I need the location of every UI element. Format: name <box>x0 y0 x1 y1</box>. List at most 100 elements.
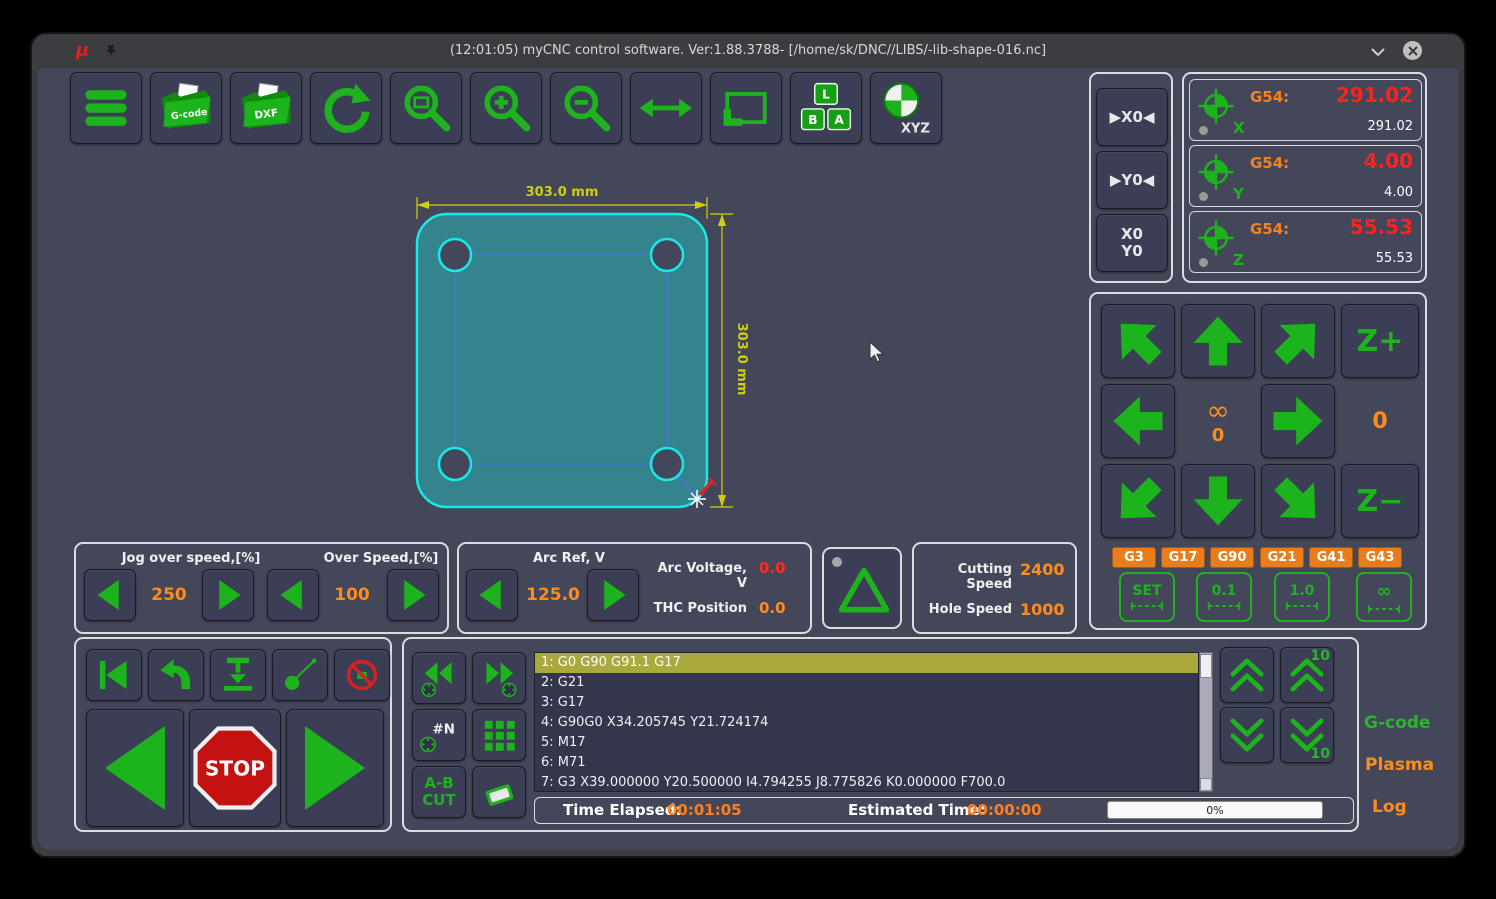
modal-tab-g43[interactable]: G43 <box>1358 547 1402 568</box>
step-back-button[interactable] <box>148 649 204 701</box>
zero-xy-button[interactable]: X0 Y0 <box>1096 214 1168 272</box>
run-backward-button[interactable] <box>86 709 184 827</box>
hash-n-label: #N <box>433 722 455 737</box>
probe-button[interactable] <box>272 649 328 701</box>
main-menu-button[interactable] <box>70 72 142 144</box>
gcode-page-up-button[interactable] <box>1220 647 1274 703</box>
tool-down-button[interactable] <box>210 649 266 701</box>
y-position-value: 4.00 <box>1363 149 1413 173</box>
gcode-line[interactable]: 3: G17 <box>535 693 1198 713</box>
jog-step-continuous-button[interactable]: ∞ <box>1356 572 1412 622</box>
speed-override-panel: Jog over speed,[%] Over Speed,[%] 250 10… <box>74 542 449 634</box>
zoom-out-button[interactable] <box>550 72 622 144</box>
jog-down-left-button[interactable] <box>1101 464 1175 538</box>
xyz-target-icon: XYZ <box>883 82 930 136</box>
fit-width-button[interactable] <box>630 72 702 144</box>
tab-log[interactable]: Log <box>1372 797 1407 817</box>
gcode-down-10-button[interactable]: 10 <box>1280 707 1334 763</box>
jog-speed-up-button[interactable] <box>202 569 254 621</box>
goto-line-button[interactable]: #N <box>412 709 466 761</box>
modal-tab-g3[interactable]: G3 <box>1112 547 1156 568</box>
stop-sign-icon: STOP <box>193 726 277 810</box>
jog-step-0-1-button[interactable]: 0.1 <box>1196 572 1252 622</box>
material-plate-button[interactable] <box>472 766 526 818</box>
open-dxf-button[interactable]: DXF <box>230 72 302 144</box>
modal-tab-g21[interactable]: G21 <box>1260 547 1304 568</box>
jog-up-left-button[interactable] <box>1101 304 1175 378</box>
nesting-grid-button[interactable] <box>472 709 526 761</box>
jog-right-button[interactable] <box>1261 384 1335 458</box>
run-forward-button[interactable] <box>286 709 384 827</box>
gcode-line[interactable]: 5: M17 <box>535 733 1198 753</box>
modal-tab-g17[interactable]: G17 <box>1161 547 1205 568</box>
gcode-line[interactable]: 6: M71 <box>535 753 1198 773</box>
ab-cut-button[interactable]: A-B CUT <box>412 766 466 818</box>
close-button[interactable] <box>1403 41 1422 60</box>
x-axis-letter: X <box>1233 119 1245 137</box>
gcode-line[interactable]: 2: G21 <box>535 673 1198 693</box>
jog-left-button[interactable] <box>1101 384 1175 458</box>
dro-axis-x[interactable]: X G54: 291.02 291.02 <box>1189 79 1422 141</box>
over-speed-up-button[interactable] <box>387 569 439 621</box>
dro-axis-z[interactable]: Z G54: 55.53 55.53 <box>1189 211 1422 273</box>
zero-x-button[interactable]: ▶X0◀ <box>1096 88 1168 146</box>
gcode-line[interactable]: 7: G3 X39.000000 Y20.500000 I4.794255 J8… <box>535 773 1198 791</box>
triangle-left-icon <box>472 575 512 615</box>
open-gcode-button[interactable]: G-code <box>150 72 222 144</box>
modal-tab-g41[interactable]: G41 <box>1309 547 1353 568</box>
arc-ref-down-button[interactable] <box>466 569 518 621</box>
arc-ref-up-button[interactable] <box>587 569 639 621</box>
keyboard-shortcuts-button[interactable]: L B A <box>790 72 862 144</box>
jog-up-right-button[interactable] <box>1261 304 1335 378</box>
hole-speed-value: 1000 <box>1020 600 1065 619</box>
jog-down-right-button[interactable] <box>1261 464 1335 538</box>
tab-plasma[interactable]: Plasma <box>1365 755 1434 775</box>
frame-button[interactable] <box>710 72 782 144</box>
gcode-line[interactable]: 4: G90G0 X34.205745 Y21.724174 <box>535 713 1198 733</box>
arc-thc-panel: Arc Ref, V 125.0 Arc Voltage, V 0.0 THC … <box>457 542 812 634</box>
stop-button[interactable]: STOP <box>189 709 281 827</box>
toolpath-canvas[interactable]: 303.0 mm 303.0 mm <box>70 152 1082 537</box>
shade-chevron-icon[interactable] <box>1370 47 1386 57</box>
scrollbar-thumb[interactable] <box>1200 654 1212 678</box>
zero-y-button[interactable]: ▶Y0◀ <box>1096 151 1168 209</box>
jog-z-plus-button[interactable]: Z+ <box>1341 304 1419 378</box>
cutting-speed-label: Cutting Speed <box>957 562 1012 592</box>
jog-speed-down-button[interactable] <box>84 569 136 621</box>
dro-axis-y[interactable]: Y G54: 4.00 4.00 <box>1189 145 1422 207</box>
goto-xyz-button[interactable]: XYZ <box>870 72 942 144</box>
ruler-icon <box>1130 602 1164 610</box>
tab-gcode[interactable]: G-code <box>1364 713 1430 733</box>
zoom-in-button[interactable] <box>470 72 542 144</box>
gcode-next-button[interactable] <box>472 652 526 704</box>
gcode-page-down-button[interactable] <box>1220 707 1274 763</box>
go-to-start-button[interactable] <box>86 649 142 701</box>
gcode-prev-button[interactable] <box>412 652 466 704</box>
jog-down-button[interactable] <box>1181 464 1255 538</box>
reload-button[interactable] <box>310 72 382 144</box>
estimated-time-label: Estimated Time: <box>848 801 986 819</box>
close-icon <box>1407 45 1418 56</box>
modal-tab-g90[interactable]: G90 <box>1210 547 1254 568</box>
jog-step-1-0-button[interactable]: 1.0 <box>1274 572 1330 622</box>
laser-test-button[interactable] <box>822 547 902 629</box>
double-left-icon <box>421 662 452 697</box>
over-speed-value: 100 <box>334 585 370 605</box>
zoom-window-button[interactable] <box>390 72 462 144</box>
jog-up-button[interactable] <box>1181 304 1255 378</box>
gcode-up-10-button[interactable]: 10 <box>1280 647 1334 703</box>
arrow-down-right-icon <box>1269 472 1327 530</box>
scrollbar-down-button[interactable] <box>1200 778 1212 791</box>
jog-step-display: ∞ 0 <box>1181 384 1255 458</box>
over-speed-down-button[interactable] <box>267 569 319 621</box>
height-dimension-label: 303.0 mm <box>734 323 749 396</box>
gcode-line[interactable]: 1: G0 G90 G91.1 G17 <box>535 653 1198 673</box>
gcode-scrollbar[interactable] <box>1199 652 1213 792</box>
cancel-cut-button[interactable] <box>334 649 390 701</box>
zero-buttons-panel: ▶X0◀ ▶Y0◀ X0 Y0 <box>1089 72 1173 283</box>
z-minus-label: Z− <box>1356 483 1404 519</box>
skip-to-start-icon <box>99 660 127 690</box>
jog-z-minus-button[interactable]: Z− <box>1341 464 1419 538</box>
gcode-list[interactable]: 1: G0 G90 G91.1 G17 2: G21 3: G17 4: G90… <box>534 652 1199 792</box>
jog-step-set-button[interactable]: SET <box>1119 572 1175 622</box>
